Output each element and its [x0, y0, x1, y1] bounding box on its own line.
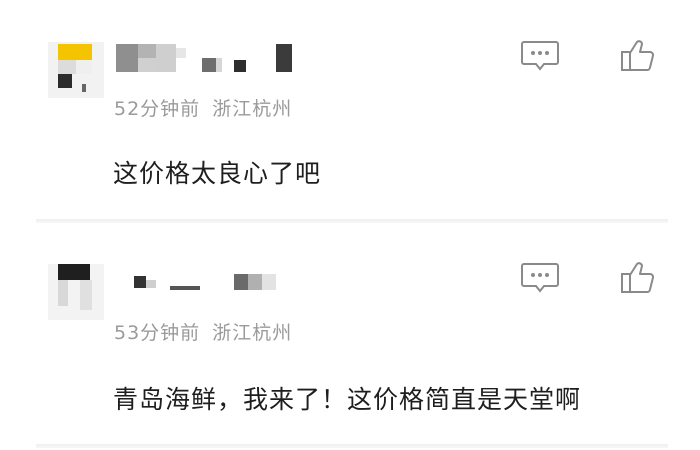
- avatar[interactable]: [48, 42, 104, 98]
- comment-item: 53分钟前 浙江杭州 青岛海鲜，我来了！这价格简直是天堂啊: [0, 226, 700, 450]
- username-blurred[interactable]: [116, 272, 316, 302]
- comment-text: 青岛海鲜，我来了！这价格简直是天堂啊: [113, 385, 582, 414]
- comment-time: 53分钟前: [114, 322, 201, 344]
- divider: [36, 444, 668, 448]
- comment-time: 52分钟前: [114, 98, 201, 120]
- comment-meta: 53分钟前 浙江杭州: [114, 318, 292, 345]
- reply-button[interactable]: [519, 34, 561, 76]
- divider: [36, 219, 668, 223]
- comment-meta: 52分钟前 浙江杭州: [114, 94, 292, 121]
- comment-bubble-icon: [521, 41, 559, 71]
- comment-text: 这价格太良心了吧: [113, 159, 322, 188]
- username-blurred[interactable]: [116, 42, 316, 72]
- avatar[interactable]: [48, 264, 104, 320]
- comment-location: 浙江杭州: [212, 98, 293, 120]
- like-button[interactable]: [618, 256, 660, 298]
- reply-button[interactable]: [519, 256, 561, 298]
- comment-bubble-icon: [521, 263, 559, 293]
- thumbs-up-icon: [621, 262, 654, 293]
- thumbs-up-icon: [621, 40, 654, 71]
- comment-location: 浙江杭州: [212, 322, 293, 344]
- comment-item: 52分钟前 浙江杭州 这价格太良心了吧: [0, 0, 700, 224]
- like-button[interactable]: [618, 34, 660, 76]
